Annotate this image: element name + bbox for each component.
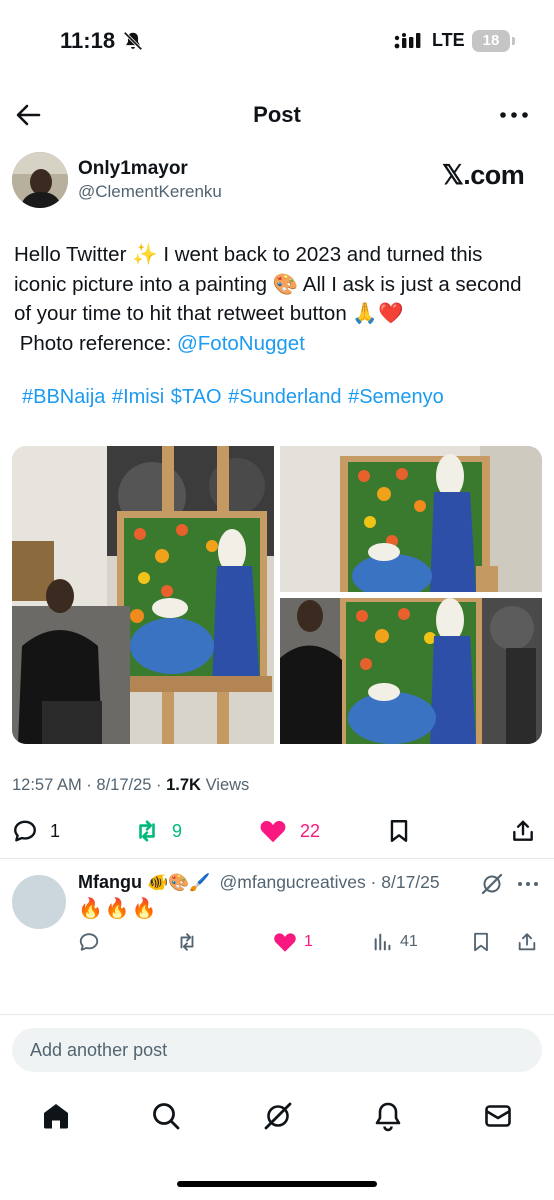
divider [0, 1014, 554, 1015]
page-title: Post [253, 102, 301, 127]
like-button[interactable]: 22 [258, 812, 320, 850]
tab-grok[interactable] [262, 1100, 294, 1132]
hashtag-link[interactable]: #Imisi [112, 386, 164, 408]
reply-icon [14, 820, 36, 842]
tweet-line: iconic picture into a painting 🎨 All I a… [14, 272, 522, 296]
like-count: 22 [300, 820, 321, 841]
network-label: LTE [432, 30, 465, 50]
tweet-meta: 12:57 AM · 8/17/25 · 1.7K Views [12, 776, 249, 795]
notifications-icon [375, 1102, 401, 1132]
tweet-line: Hello Twitter ✨ I went back to 2023 and … [14, 243, 483, 266]
x-com-logo: 𝕏.com [442, 160, 525, 190]
more-horizontal-icon[interactable] [498, 104, 530, 126]
media-image-1[interactable] [12, 446, 274, 744]
reply-handle-date[interactable]: @mfangucreatives · 8/17/25 [220, 872, 440, 892]
views-chart-icon [374, 933, 391, 951]
compose-input[interactable]: Add another post [12, 1028, 542, 1072]
battery-icon: 18 [472, 30, 510, 52]
bookmark-icon [390, 820, 408, 842]
reply-name-emojis: 🐠🎨🖌️ [147, 873, 211, 892]
hashtag-link[interactable]: #Semenyo [348, 386, 444, 408]
share-icon [518, 933, 536, 951]
meta-separator: · [151, 776, 167, 794]
retweet-count: 9 [172, 820, 183, 841]
retweet-button[interactable]: 9 [134, 812, 182, 850]
share-icon [513, 820, 533, 841]
home-icon [44, 1104, 68, 1129]
tweet-body: Hello Twitter ✨ I went back to 2023 and … [14, 240, 548, 358]
post-date: 8/17/25 [96, 776, 152, 794]
media-image-2[interactable] [280, 446, 542, 592]
post-header: Post [0, 92, 554, 138]
post-time: 12:57 AM [12, 776, 82, 794]
reply-reply-button[interactable] [78, 928, 100, 956]
reply-like-button[interactable]: 1 [272, 928, 313, 956]
meta-separator: · [81, 776, 97, 794]
messages-icon [485, 1105, 511, 1127]
photo-reference-label: Photo reference: [14, 331, 177, 355]
reply-views-count: 41 [400, 933, 418, 950]
reply-views-button[interactable]: 41 [372, 928, 418, 956]
bookmark-icon [474, 932, 488, 952]
heart-filled-icon [274, 933, 296, 952]
search-icon [153, 1103, 180, 1130]
views-count[interactable]: 1.7K [166, 776, 201, 794]
retweet-icon [180, 933, 194, 951]
reply-header: Mfangu 🐠🎨🖌️ @mfangucreatives · 8/17/25 [78, 872, 440, 893]
bell-slash-icon [123, 31, 143, 51]
mention-link[interactable]: @FotoNugget [177, 332, 305, 355]
reply-button[interactable]: 1 [12, 812, 60, 850]
hashtag-link[interactable]: #Sunderland [228, 386, 341, 408]
hashtag-link[interactable]: #BBNaija [22, 386, 105, 408]
heart-filled-icon [260, 821, 286, 843]
bottom-tab-bar [0, 1096, 554, 1140]
tweet-actions: 1 9 22 [0, 812, 554, 852]
views-label: Views [200, 776, 250, 794]
media-image-3[interactable] [280, 598, 542, 744]
status-bar: 11:18 LTE 18 [0, 0, 554, 84]
grok-icon [264, 1102, 292, 1130]
reply-count: 1 [50, 820, 61, 841]
tab-home[interactable] [40, 1100, 72, 1132]
tab-notifications[interactable] [372, 1100, 404, 1132]
reply-bookmark-button[interactable] [470, 928, 492, 956]
reply-icon [79, 933, 99, 951]
author-name[interactable]: Only1mayor [78, 158, 188, 180]
bookmark-button[interactable] [386, 812, 412, 850]
tweet-line: Photo reference: @FotoNugget [14, 329, 548, 359]
home-indicator [177, 1181, 377, 1187]
reply-share-button[interactable] [516, 928, 538, 956]
signal-icon [394, 33, 421, 49]
author-handle[interactable]: @ClementKerenku [78, 182, 222, 202]
tab-messages[interactable] [482, 1100, 514, 1132]
tweet-line: of your time to hit that retweet button … [14, 302, 404, 325]
grok-icon[interactable] [480, 872, 504, 896]
author-avatar[interactable] [12, 152, 68, 208]
divider [0, 858, 554, 859]
reply-text: 🔥🔥🔥 [78, 898, 159, 920]
status-time: 11:18 [60, 28, 116, 53]
tab-search[interactable] [150, 1100, 182, 1132]
reply-like-count: 1 [304, 933, 313, 950]
hashtag-list: #BBNaija #Imisi $TAO #Sunderland #Semeny… [22, 386, 444, 409]
reply-retweet-button[interactable] [176, 928, 198, 956]
reply-author-name[interactable]: Mfangu [78, 872, 142, 892]
cashtag-link[interactable]: $TAO [171, 386, 222, 408]
reply-avatar[interactable] [12, 875, 66, 929]
retweet-icon [139, 820, 155, 842]
battery-tip [512, 37, 515, 45]
share-button[interactable] [510, 812, 536, 850]
media-grid [12, 446, 542, 744]
more-horizontal-icon[interactable] [516, 877, 540, 891]
